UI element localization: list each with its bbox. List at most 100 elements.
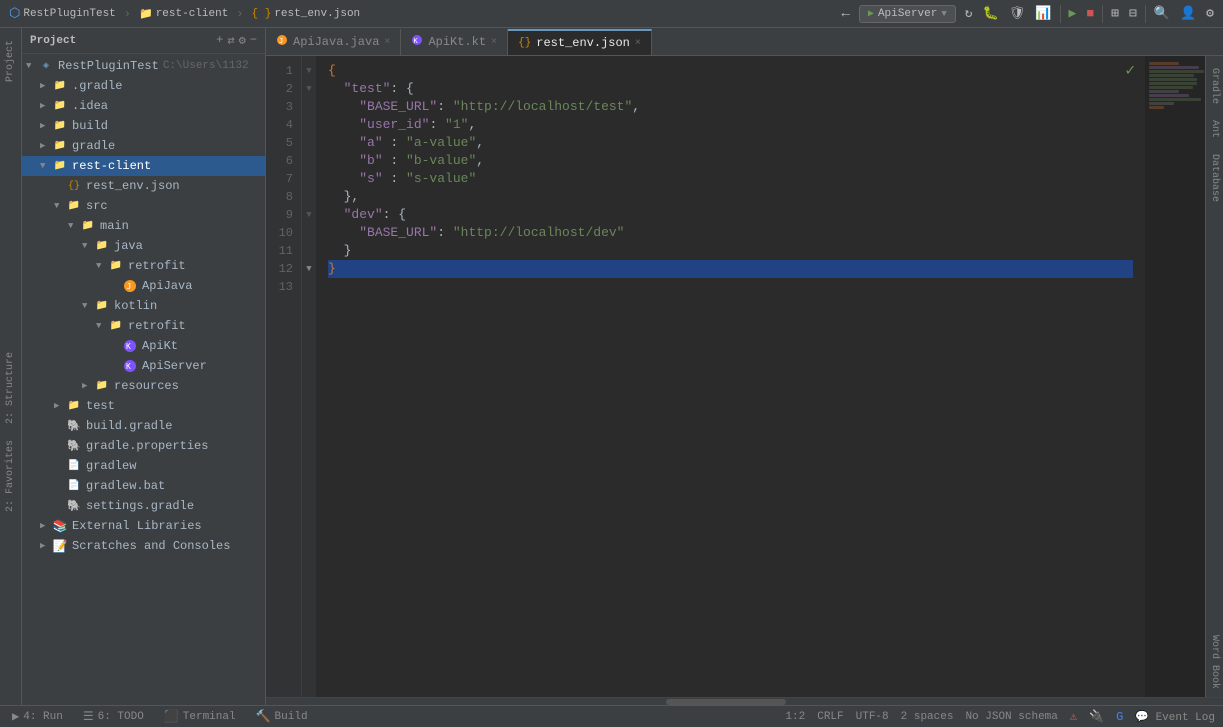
sync-button[interactable]: ↻ (960, 4, 978, 23)
code-area[interactable]: { "test": { "BASE_URL": "http://localhos… (316, 56, 1145, 697)
project-title: RestPluginTest (23, 8, 115, 20)
tab-apikt[interactable]: K ApiKt.kt × (401, 29, 508, 55)
tree-item-src[interactable]: ▼ 📁 src (22, 196, 265, 216)
layout-button[interactable]: ⊞ (1106, 4, 1124, 23)
status-error-icon: ⚠ (1070, 709, 1077, 724)
sync-action[interactable]: ⇄ (227, 33, 234, 48)
validation-checkmark: ✓ (1125, 60, 1135, 80)
structure-tab[interactable]: 2: Structure (2, 344, 19, 432)
fold-12[interactable]: ▼ (302, 260, 316, 278)
horizontal-scrollbar[interactable] (266, 697, 1223, 705)
tab-rest-env[interactable]: {} rest_env.json × (508, 29, 652, 55)
bat-file-icon: 📄 (66, 478, 82, 494)
tab-rest-env-label: rest_env.json (536, 36, 630, 50)
coverage-button[interactable]: 🛡 (1004, 4, 1031, 23)
tab-apikt-label: ApiKt.kt (428, 35, 486, 49)
status-encoding[interactable]: UTF-8 (856, 711, 889, 723)
terminal-tab[interactable]: ⬛ Terminal (160, 709, 240, 724)
tree-item-rest-env[interactable]: ▶ {} rest_env.json (22, 176, 265, 196)
tree-item-build-gradle[interactable]: ▶ 🐘 build.gradle (22, 416, 265, 436)
minimap-content (1145, 56, 1205, 116)
tree-item-settings-gradle[interactable]: ▶ 🐘 settings.gradle (22, 496, 265, 516)
tree-item-external-libs[interactable]: ▶ 📚 External Libraries (22, 516, 265, 536)
status-schema[interactable]: No JSON schema (965, 711, 1057, 723)
build-tab-icon: 🔨 (256, 709, 271, 724)
code-line-4: "user_id": "1", (328, 116, 1133, 134)
tree-item-java[interactable]: ▼ 📁 java (22, 236, 265, 256)
event-log[interactable]: 💬 Event Log (1135, 710, 1215, 724)
todo-tab[interactable]: ☰ 6: TODO (79, 709, 148, 724)
terminal-tab-label: Terminal (183, 711, 236, 723)
tab-apikt-close[interactable]: × (491, 37, 497, 48)
layout2-button[interactable]: ⊟ (1124, 4, 1142, 23)
tree-item-gradlew-bat[interactable]: ▶ 📄 gradlew.bat (22, 476, 265, 496)
word-book-panel-tab[interactable]: Word Book (1206, 627, 1223, 697)
tree-item-gradlew[interactable]: ▶ 📄 gradlew (22, 456, 265, 476)
status-bar: 1:2 CRLF UTF-8 2 spaces No JSON schema ⚠… (785, 709, 1215, 724)
tree-item-retrofit-java[interactable]: ▼ 📁 retrofit (22, 256, 265, 276)
status-position[interactable]: 1:2 (785, 711, 805, 723)
fold-1[interactable]: ▼ (302, 62, 316, 80)
folder-icon: 📁 (52, 98, 68, 114)
fold-9[interactable]: ▼ (302, 206, 316, 224)
profile-button[interactable]: 📊 (1030, 4, 1056, 23)
project-nav[interactable]: ⬡ RestPluginTest (4, 4, 121, 23)
search-icon: 🔍 (1154, 6, 1170, 21)
nav-back-button[interactable]: ← (837, 4, 855, 24)
module-icon: ◈ (38, 58, 54, 74)
fold-13 (302, 278, 316, 296)
code-line-3: "BASE_URL": "http://localhost/test", (328, 98, 1133, 116)
stop-button[interactable]: ■ (1081, 4, 1099, 23)
tree-item-idea[interactable]: ▶ 📁 .idea (22, 96, 265, 116)
fold-2[interactable]: ▼ (302, 80, 316, 98)
folder-icon: 📁 (52, 138, 68, 154)
run-tab[interactable]: ▶ 4: Run (8, 709, 67, 724)
tree-item-rest-client[interactable]: ▼ 📁 rest-client (22, 156, 265, 176)
tree-item-test[interactable]: ▶ 📁 test (22, 396, 265, 416)
tree-item-gradle-props[interactable]: ▶ 🐘 gradle.properties (22, 436, 265, 456)
tree-item-scratches[interactable]: ▶ 📝 Scratches and Consoles (22, 536, 265, 556)
tree-item-main[interactable]: ▼ 📁 main (22, 216, 265, 236)
gradle-panel-tab[interactable]: Gradle (1206, 60, 1223, 112)
breadcrumb-rest-client[interactable]: 📁 rest-client (134, 5, 233, 23)
tree-item-gradle-hidden[interactable]: ▶ 📁 .gradle (22, 76, 265, 96)
tree-item-resources[interactable]: ▶ 📁 resources (22, 376, 265, 396)
minimize-action[interactable]: − (250, 33, 257, 48)
tab-rest-env-close[interactable]: × (635, 38, 641, 49)
gear-icon: ⚙ (1206, 6, 1214, 21)
ant-panel-tab[interactable]: Ant (1206, 112, 1223, 146)
settings-button[interactable]: ⚙ (1201, 4, 1219, 23)
tree-item-apikt[interactable]: ▶ K ApiKt (22, 336, 265, 356)
breadcrumb-file[interactable]: { } rest_env.json (247, 6, 366, 22)
project-tab[interactable]: Project (2, 32, 19, 90)
favorites-tab[interactable]: 2: Favorites (2, 432, 19, 520)
tab-apijava[interactable]: J ApiJava.java × (266, 29, 401, 55)
bottom-bar: ▶ 4: Run ☰ 6: TODO ⬛ Terminal 🔨 Build 1:… (0, 705, 1223, 727)
tab-apijava-close[interactable]: × (384, 37, 390, 48)
tree-item-apijava[interactable]: ▶ J ApiJava (22, 276, 265, 296)
run-config-selector[interactable]: ▶ ApiServer ▼ (859, 5, 956, 23)
settings-action[interactable]: ⚙ (239, 33, 246, 48)
status-indent[interactable]: 2 spaces (901, 711, 954, 723)
run-play-button[interactable]: ▶ (1064, 4, 1082, 23)
debug-button[interactable]: 🐛 (978, 4, 1004, 23)
status-line-ending[interactable]: CRLF (817, 711, 843, 723)
kotlin-file-icon: K (122, 338, 138, 354)
libs-icon: 📚 (52, 518, 68, 534)
database-panel-tab[interactable]: Database (1206, 146, 1223, 210)
search-button[interactable]: 🔍 (1149, 4, 1175, 23)
tree-root[interactable]: ▼ ◈ RestPluginTest C:\Users\1132 (22, 56, 265, 76)
user-button[interactable]: 👤 (1175, 4, 1201, 23)
tree-item-apiserver[interactable]: ▶ K ApiServer (22, 356, 265, 376)
code-line-11: } (328, 242, 1133, 260)
add-action[interactable]: + (216, 33, 223, 48)
tree-item-build-root[interactable]: ▶ 📁 build (22, 116, 265, 136)
tab-apijava-label: ApiJava.java (293, 35, 379, 49)
tree-item-gradle-folder[interactable]: ▶ 📁 gradle (22, 136, 265, 156)
tree-item-retrofit-kotlin[interactable]: ▼ 📁 retrofit (22, 316, 265, 336)
build-tab[interactable]: 🔨 Build (252, 709, 312, 724)
breadcrumb-sep1: › (124, 7, 131, 21)
code-line-6: "b" : "b-value", (328, 152, 1133, 170)
svg-text:J: J (127, 282, 132, 291)
tree-item-kotlin[interactable]: ▼ 📁 kotlin (22, 296, 265, 316)
